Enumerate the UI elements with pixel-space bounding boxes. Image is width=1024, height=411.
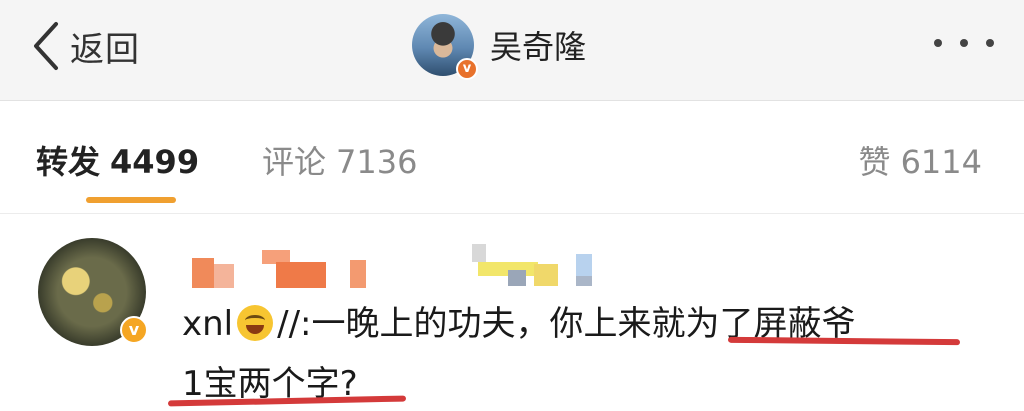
laughing-emoji-icon bbox=[237, 305, 274, 341]
avatar[interactable]: v bbox=[38, 238, 148, 346]
active-tab-indicator bbox=[86, 197, 176, 203]
comment-line-1: xnl//:一晚上的功夫，你上来就为了屏蔽爷 bbox=[182, 294, 982, 354]
tab-label: 评论 bbox=[262, 143, 327, 181]
more-icon bbox=[986, 39, 994, 47]
verified-badge-icon: v bbox=[120, 316, 148, 344]
verified-badge-icon: v bbox=[456, 58, 478, 80]
tab-like[interactable]: 赞 6114 bbox=[859, 137, 982, 183]
more-icon bbox=[934, 39, 942, 47]
tab-count: 4499 bbox=[110, 143, 200, 181]
avatar[interactable]: v bbox=[412, 14, 478, 80]
profile-name: 吴奇隆 bbox=[490, 28, 587, 66]
navbar: 返回 v 吴奇隆 bbox=[0, 0, 1024, 100]
back-button[interactable]: 返回 bbox=[28, 18, 140, 74]
tab-bar: 转发 4499 评论 7136 赞 6114 bbox=[0, 101, 1024, 213]
profile-header[interactable]: v 吴奇隆 bbox=[412, 10, 586, 80]
tab-count: 7136 bbox=[336, 143, 418, 181]
more-button[interactable] bbox=[934, 30, 994, 56]
tab-comment[interactable]: 评论 7136 bbox=[262, 137, 417, 183]
more-icon bbox=[960, 39, 968, 47]
comment-prefix: xnl bbox=[182, 304, 234, 344]
comment-text: xnl//:一晚上的功夫，你上来就为了屏蔽爷 1宝两个字? bbox=[182, 294, 982, 411]
tab-label: 转发 bbox=[36, 143, 101, 181]
back-label: 返回 bbox=[70, 29, 140, 70]
list-item[interactable]: v xnl//:一晚上的功夫，你上来就为了屏蔽爷 1宝两个字? bbox=[0, 214, 1024, 411]
tab-repost[interactable]: 转发 4499 bbox=[36, 137, 199, 183]
back-chevron-icon bbox=[34, 22, 58, 70]
tab-label: 赞 bbox=[858, 143, 891, 181]
redacted-username[interactable] bbox=[192, 240, 632, 290]
tab-count: 6114 bbox=[900, 143, 982, 181]
